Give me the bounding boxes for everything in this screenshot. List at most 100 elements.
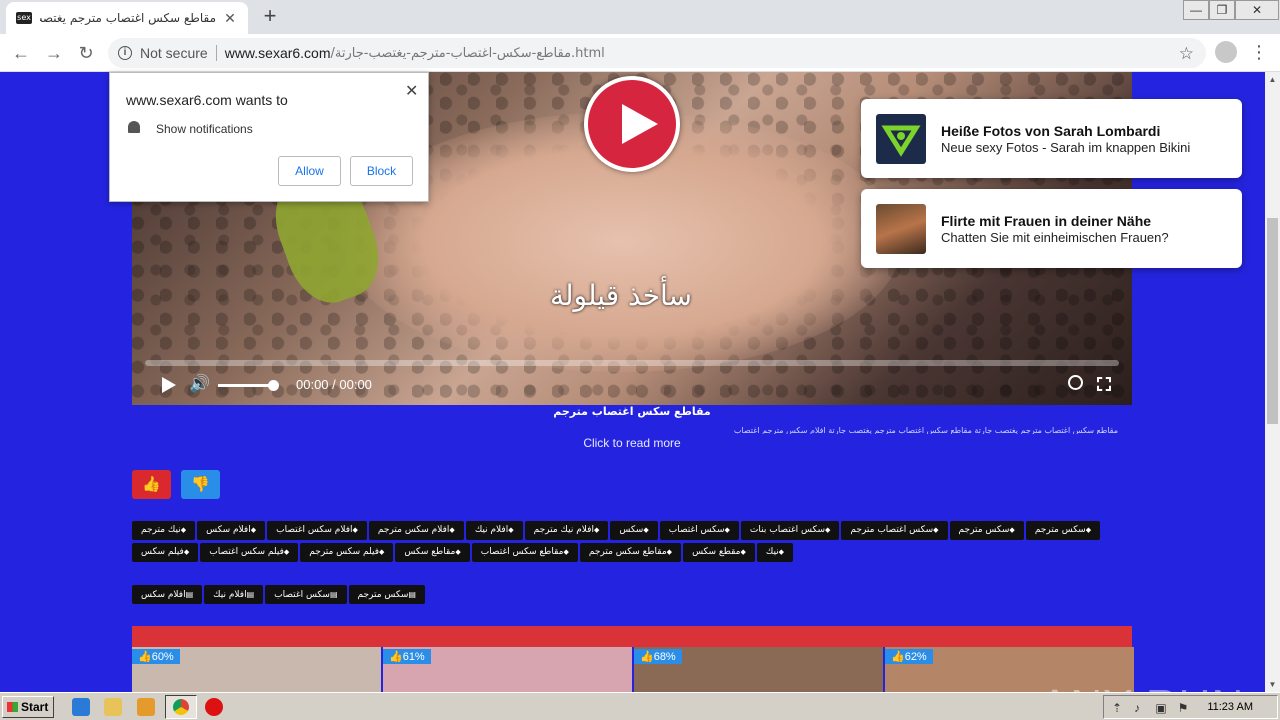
rating-badge: 👍61% — [383, 649, 431, 664]
volume-icon[interactable]: 🔊 — [189, 374, 210, 394]
category-list: سكس مترجمسكس اغتصابافلام نيكافلام سكس — [132, 585, 425, 604]
new-tab-button[interactable]: + — [258, 5, 282, 29]
video-progress-bar[interactable] — [145, 360, 1119, 366]
tag-link[interactable]: افلام نيك — [465, 521, 523, 540]
rating-badge: 👍60% — [132, 649, 180, 664]
read-more-link[interactable]: Click to read more — [132, 436, 1132, 450]
woman-photo-icon — [876, 204, 926, 254]
minimize-button[interactable]: — — [1183, 0, 1209, 20]
folder-icon[interactable] — [104, 698, 122, 716]
tag-link[interactable]: افلام سكس مترجم — [368, 521, 464, 540]
windows-taskbar: Start ⇡ ♪ ▣ ⚑ 11:23 AM — [0, 692, 1280, 720]
video-description: مقاطع سكس اغتصاب مترجم يغتصب جارتة مقاطع… — [733, 426, 1118, 434]
tag-link[interactable]: مقاطع سكس مترجم — [579, 543, 682, 562]
stop-app-icon[interactable] — [205, 698, 223, 716]
volume-tray-icon[interactable]: ♪ — [1130, 701, 1144, 715]
chrome-taskbar-button[interactable] — [165, 695, 197, 719]
rating-badge: 👍62% — [885, 649, 933, 664]
media-player-icon[interactable] — [137, 698, 155, 716]
video-thumbnail[interactable]: 👍60% — [132, 647, 381, 692]
site-favicon-icon: sex — [16, 12, 32, 24]
address-bar[interactable]: i Not secure www.sexar6.com/مقاطع-سكس-اغ… — [108, 38, 1206, 68]
tag-link[interactable]: سكس اغتصاب — [659, 521, 739, 540]
page-scrollbar[interactable]: ▲ ▼ — [1265, 72, 1280, 692]
tag-list: سكس مترجمسكس مترجمسكس اغتصاب مترجمسكس اغ… — [132, 521, 1132, 562]
tag-link[interactable]: نيك — [756, 543, 794, 562]
volume-slider-handle[interactable] — [268, 380, 279, 391]
tray-arrow-icon[interactable]: ⇡ — [1110, 701, 1124, 715]
dialog-title: www.sexar6.com wants to — [126, 92, 288, 108]
tag-link[interactable]: فيلم سكس — [132, 543, 199, 562]
category-link[interactable]: افلام سكس — [132, 585, 203, 604]
reload-icon[interactable]: ↻ — [73, 40, 99, 66]
tag-link[interactable]: افلام سكس — [197, 521, 266, 540]
info-icon[interactable]: i — [118, 46, 132, 60]
rating-badge: 👍68% — [634, 649, 682, 664]
like-button[interactable]: 👍 — [132, 470, 171, 499]
tag-link[interactable]: سكس — [610, 521, 658, 540]
tab-strip: sex مقاطع سكس اغتصاب مترجم يغتصب - ✕ + —… — [0, 0, 1280, 34]
tag-link[interactable]: فيلم سكس مترجم — [300, 543, 394, 562]
tag-link[interactable]: فيلم سكس اغتصاب — [200, 543, 299, 562]
volume-slider[interactable] — [218, 384, 274, 387]
notification-body: Neue sexy Fotos - Sarah im knappen Bikin… — [941, 140, 1191, 155]
tab-close-icon[interactable]: ✕ — [222, 10, 238, 26]
start-button[interactable]: Start — [2, 696, 54, 718]
tab-title: مقاطع سكس اغتصاب مترجم يغتصب - — [40, 11, 216, 25]
network-tray-icon[interactable]: ▣ — [1154, 701, 1168, 715]
video-thumbnail[interactable]: 👍68% — [634, 647, 883, 692]
dislike-button[interactable]: 👎 — [181, 470, 220, 499]
divider — [215, 45, 217, 61]
trident-logo-icon — [876, 114, 926, 164]
url-path: /مقاطع-سكس-اغتصاب-مترجم-يغتصب-جارتة.html — [330, 45, 605, 61]
flag-tray-icon[interactable]: ⚑ — [1176, 701, 1190, 715]
profile-avatar-icon[interactable] — [1215, 41, 1237, 63]
category-link[interactable]: سكس مترجم — [348, 585, 425, 604]
tag-link[interactable]: سكس اغتصاب مترجم — [841, 521, 948, 540]
anyrun-watermark: ANY RUN — [1040, 681, 1244, 692]
tag-link[interactable]: سكس اغتصاب بنات — [740, 521, 840, 540]
category-link[interactable]: افلام نيك — [204, 585, 264, 604]
scroll-up-icon[interactable]: ▲ — [1265, 72, 1280, 87]
tag-link[interactable]: مقطع سكس — [683, 543, 755, 562]
tag-link[interactable]: مقاطع سكس — [395, 543, 470, 562]
tag-link[interactable]: سكس مترجم — [949, 521, 1024, 540]
notification-title: Flirte mit Frauen in deiner Nähe — [941, 213, 1152, 229]
kebab-menu-icon[interactable]: ⋮ — [1250, 41, 1268, 63]
scrollbar-thumb[interactable] — [1267, 218, 1278, 424]
tag-link[interactable]: مقاطع سكس اغتصاب — [471, 543, 578, 562]
url-host: www.sexar6.com — [224, 45, 331, 61]
close-icon[interactable]: ✕ — [405, 81, 418, 101]
timer-icon[interactable] — [1068, 375, 1083, 390]
notification-permission-dialog: www.sexar6.com wants to ✕ Show notificat… — [109, 72, 429, 202]
play-icon[interactable] — [162, 377, 176, 393]
security-status: Not secure — [140, 45, 208, 61]
tag-link[interactable]: سكس مترجم — [1025, 521, 1101, 540]
block-button[interactable]: Block — [350, 156, 413, 186]
scroll-down-icon[interactable]: ▼ — [1265, 677, 1280, 692]
bookmark-star-icon[interactable]: ☆ — [1179, 44, 1194, 64]
back-icon[interactable]: ← — [8, 40, 34, 66]
browser-toolbar: ← → ↻ i Not secure www.sexar6.com/مقاطع-… — [0, 34, 1280, 72]
fullscreen-icon[interactable] — [1097, 377, 1111, 391]
dialog-text: Show notifications — [156, 122, 253, 136]
video-thumbnail[interactable]: 👍61% — [383, 647, 632, 692]
video-subtitle: سأخذ قيلولة — [550, 279, 693, 312]
maximize-button[interactable]: ❐ — [1209, 0, 1235, 20]
tag-link[interactable]: افلام نيك مترجم — [524, 521, 609, 540]
forward-icon[interactable]: → — [41, 40, 67, 66]
allow-button[interactable]: Allow — [278, 156, 341, 186]
push-notification[interactable]: Heiße Fotos von Sarah Lombardi Neue sexy… — [861, 99, 1242, 178]
browser-tab[interactable]: sex مقاطع سكس اغتصاب مترجم يغتصب - ✕ — [6, 2, 248, 34]
window-close-button[interactable]: ✕ — [1235, 0, 1279, 20]
push-notification[interactable]: Flirte mit Frauen in deiner Nähe Chatten… — [861, 189, 1242, 268]
big-play-button[interactable] — [584, 76, 680, 172]
tag-link[interactable]: نيك مترجم — [132, 521, 196, 540]
tag-link[interactable]: افلام سكس اغتصاب — [267, 521, 367, 540]
section-header-bar — [132, 626, 1132, 647]
category-link[interactable]: سكس اغتصاب — [265, 585, 347, 604]
bell-icon — [128, 121, 140, 133]
video-title: مقاطع سكس اغتصاب مترجم — [553, 405, 711, 418]
internet-explorer-icon[interactable] — [72, 698, 90, 716]
notification-title: Heiße Fotos von Sarah Lombardi — [941, 123, 1161, 139]
